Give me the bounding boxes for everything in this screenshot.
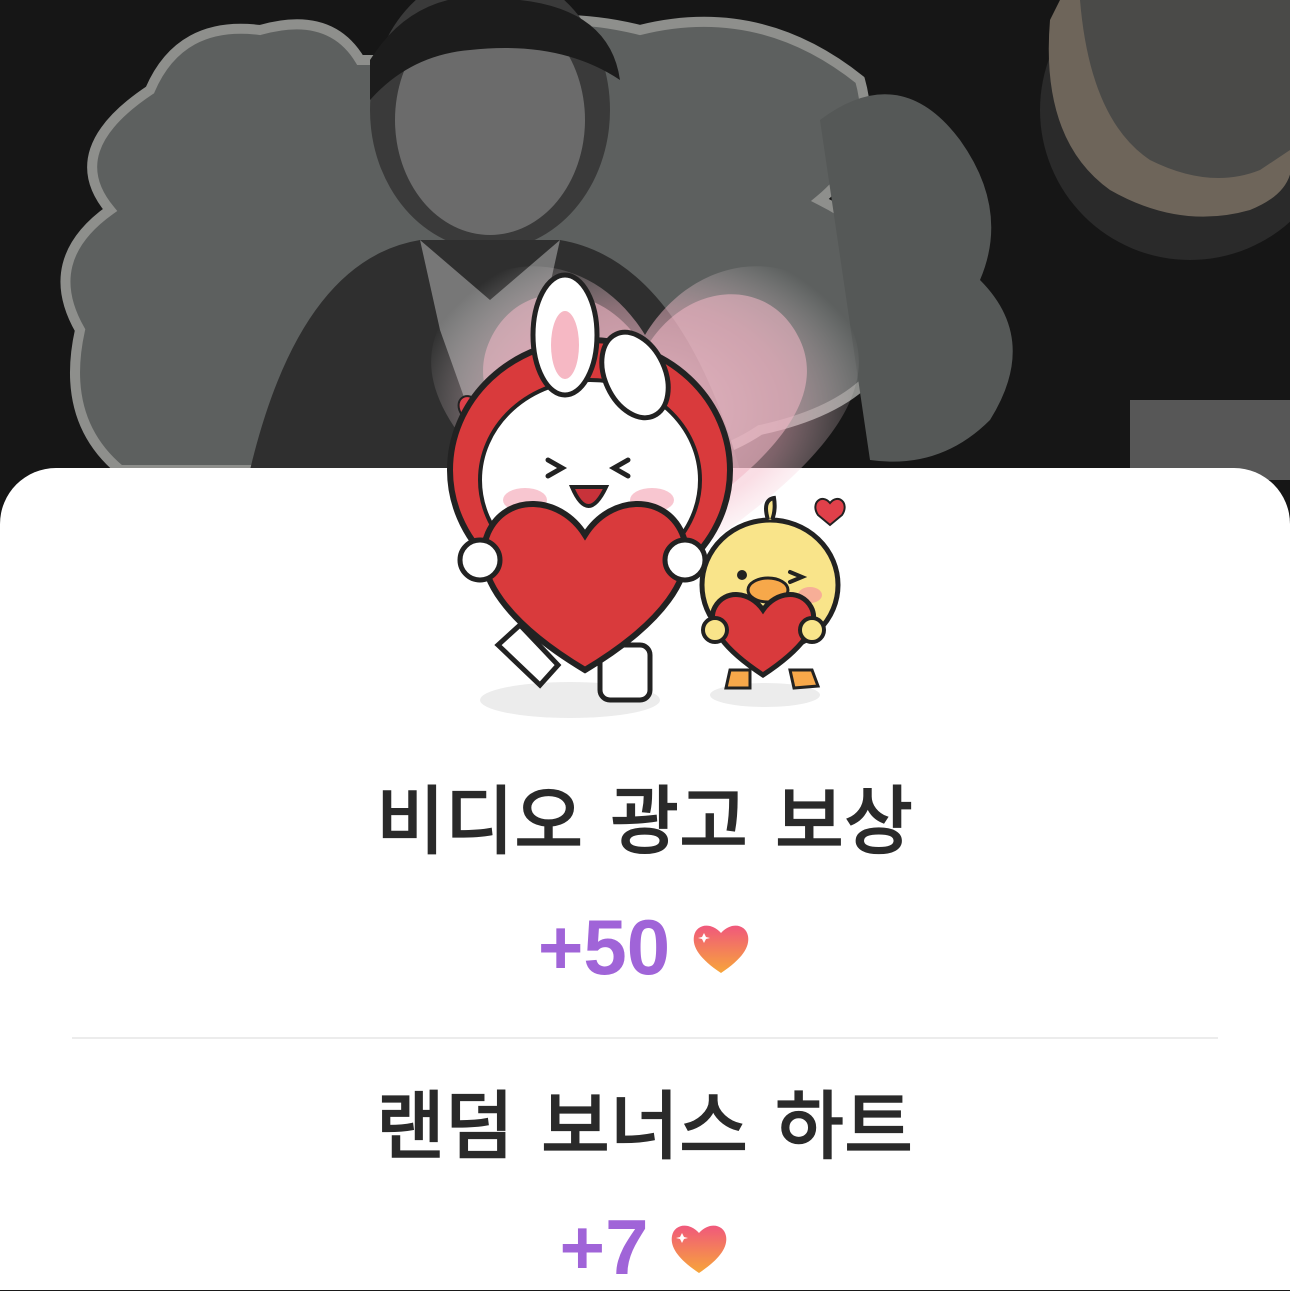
- reward-amount: +7: [559, 1203, 649, 1291]
- heart-icon: [672, 1225, 727, 1273]
- reward-title: 랜덤 보너스 하트: [376, 1084, 914, 1170]
- reward-illustration: [380, 215, 910, 735]
- reward-item-video-ad: 비디오 광고 보상: [0, 785, 1290, 859]
- reward-amount-row: +7: [0, 1208, 1290, 1286]
- reward-amount-row: +50: [0, 908, 1290, 986]
- heart-icon: [693, 925, 749, 973]
- reward-amount: +50: [537, 903, 671, 991]
- divider: [72, 1037, 1218, 1039]
- reward-item-random-bonus: 랜덤 보너스 하트: [0, 1090, 1290, 1164]
- reward-title: 비디오 광고 보상: [376, 779, 914, 865]
